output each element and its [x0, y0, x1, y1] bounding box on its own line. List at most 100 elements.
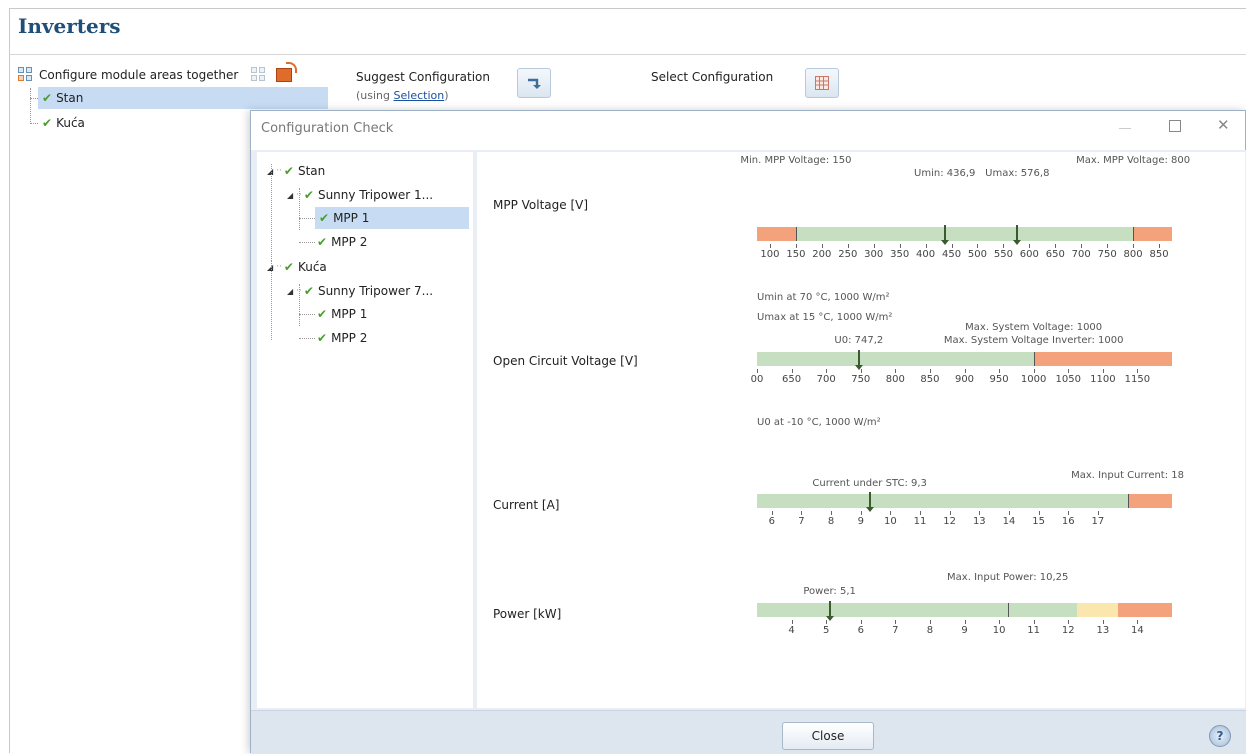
check-icon: ✔	[42, 116, 53, 130]
config-tree-item-label: Sunny Tripower 1...	[317, 188, 434, 202]
config-tree-item[interactable]: ◢ ·· ✔ Sunny Tripower 7...	[287, 280, 433, 302]
chart-tick-mark	[1102, 620, 1104, 624]
tree-connector	[30, 98, 38, 99]
chart-tick-mark	[1081, 244, 1083, 248]
question-icon[interactable]: ?	[1209, 725, 1231, 747]
expand-icon[interactable]: ◢	[287, 287, 293, 296]
config-tree-item[interactable]: ✔ MPP 1	[315, 207, 469, 229]
tree-connector	[299, 188, 300, 230]
selection-link[interactable]: Selection	[394, 89, 445, 102]
check-icon: ✔	[317, 331, 328, 345]
chart-annotation: Umax: 576,8	[985, 168, 1050, 179]
chart-tick-mark	[860, 369, 862, 373]
close-icon[interactable]: ✕	[1217, 116, 1230, 134]
chart-note: Umax at 15 °C, 1000 W/m²	[757, 312, 893, 323]
left-tree-item-label: Stan	[56, 91, 84, 105]
chart-bar-segment	[1133, 227, 1172, 241]
chart-annotation: Current under STC: 9,3	[812, 478, 927, 489]
chart-annotation: Power: 5,1	[803, 586, 856, 597]
maximize-button[interactable]	[1169, 120, 1181, 132]
chart-tick-mark	[1038, 511, 1040, 515]
select-config-button[interactable]	[805, 68, 839, 98]
turn-arrow-icon	[528, 78, 541, 89]
chart-tick-mark	[1137, 369, 1139, 373]
tree-connector: ··	[276, 262, 282, 272]
chart-tick-mark	[826, 620, 828, 624]
chart-annotation: Min. MPP Voltage: 150	[740, 155, 852, 166]
config-tree-item[interactable]: ✔ MPP 2	[317, 327, 367, 349]
chart-tick-mark	[1033, 369, 1035, 373]
config-tree-item-label: MPP 2	[331, 331, 368, 345]
page-title: Inverters	[18, 14, 121, 38]
chart-marker	[854, 350, 863, 370]
chart-tick-mark	[791, 369, 793, 373]
chart-bar-segment	[1033, 352, 1172, 366]
chart-bar	[477, 601, 1245, 621]
chart-tick-label: 200	[812, 249, 832, 260]
left-tree-item-kuca[interactable]: ✔ Kuća	[38, 112, 85, 134]
check-icon: ✔	[303, 188, 314, 202]
chart-tick-label: 750	[851, 374, 871, 385]
minimize-button[interactable]	[1118, 120, 1132, 134]
suggest-config-button[interactable]	[517, 68, 551, 98]
configure-together-row[interactable]: Configure module areas together	[18, 62, 298, 86]
chart-tick-label: 100	[760, 249, 780, 260]
chart-annotation: Max. System Voltage: 1000	[965, 322, 1103, 333]
chart-bar-segment	[795, 227, 1134, 241]
config-tree-item[interactable]: ◢ ·· ✔ Kuća	[267, 256, 327, 278]
config-tree-item[interactable]: ✔ MPP 2	[317, 231, 367, 253]
chart-tick-mark	[860, 620, 862, 624]
chart-tick-mark	[1097, 511, 1099, 515]
chart-tick-mark	[757, 369, 758, 373]
chart-annotation: Max. Input Power: 10,25	[947, 572, 1069, 583]
suggest-config-label: Suggest Configuration	[356, 70, 490, 84]
tree-connector	[299, 242, 315, 243]
chart-tick-label: 14	[1002, 516, 1016, 527]
chart-tick-label: 950	[989, 374, 1009, 385]
config-tree-item[interactable]: ◢ ·· ✔ Sunny Tripower 1...	[287, 184, 434, 206]
chart-annotation: Max. System Voltage Inverter: 1000	[943, 335, 1124, 346]
chart-limit-line	[795, 227, 797, 241]
chart-tick-label: 700	[816, 374, 836, 385]
suggest-config-sub: (using Selection)	[356, 89, 449, 102]
chart-tick-mark	[964, 369, 966, 373]
chart-tick-mark	[873, 244, 875, 248]
tree-connector	[299, 218, 315, 219]
tree-connector	[30, 88, 31, 124]
chart-tick-label: 1000	[1020, 374, 1047, 385]
chart-tick-mark	[951, 244, 953, 248]
tree-connector: ··	[276, 166, 282, 176]
chart-annotation: Max. MPP Voltage: 800	[1076, 155, 1191, 166]
chart-tick-label: 450	[941, 249, 962, 260]
table-icon	[815, 76, 829, 90]
chart-tick-label: 650	[1045, 249, 1065, 260]
config-tree-item-label: Kuća	[297, 260, 327, 274]
check-icon: ✔	[303, 284, 314, 298]
reset-config-icon[interactable]	[276, 62, 298, 82]
chart-marker	[825, 601, 834, 621]
chart-tick-mark	[929, 620, 931, 624]
close-button[interactable]: Close	[782, 722, 874, 750]
chart-tick-mark	[847, 244, 849, 248]
check-icon: ✔	[319, 211, 330, 225]
chart-tick-label: 6	[768, 516, 775, 527]
chart-tick-mark	[1102, 369, 1104, 373]
chart-limit-line	[1127, 494, 1129, 508]
module-areas-disabled-icon[interactable]	[251, 67, 267, 83]
chart-tick-label: 6	[857, 625, 864, 636]
chart-tick-label: 600	[1019, 249, 1039, 260]
chart-tick-label: 12	[943, 516, 957, 527]
chart-limit-line	[1033, 352, 1035, 366]
chart-tick-mark	[860, 511, 862, 515]
chart-tick-mark	[1068, 369, 1070, 373]
config-tree-item[interactable]: ◢ ·· ✔ Stan	[267, 160, 325, 182]
chart-bar-segment	[1118, 603, 1172, 617]
expand-icon[interactable]: ◢	[287, 191, 293, 200]
left-tree-item-stan[interactable]: ✔ Stan	[38, 87, 328, 109]
chart-tick-label: 250	[838, 249, 858, 260]
chart-row-label: MPP Voltage [V]	[493, 198, 589, 212]
tree-connector	[30, 123, 38, 124]
chart-tick-label: 13	[972, 516, 986, 527]
config-tree-item[interactable]: ✔ MPP 1	[317, 303, 367, 325]
chart-tick-mark	[831, 511, 833, 515]
